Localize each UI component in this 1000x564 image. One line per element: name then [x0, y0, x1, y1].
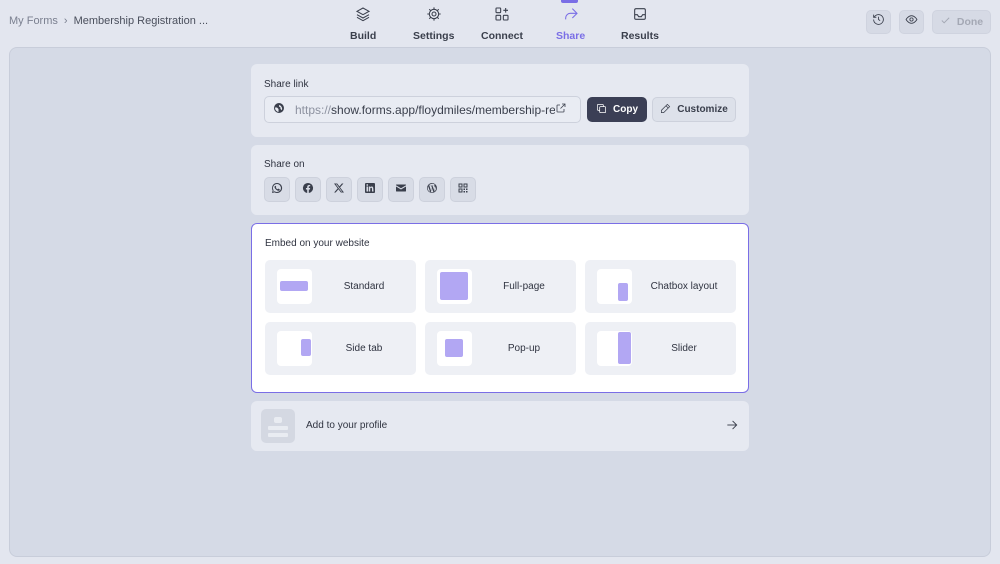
embed-chatbox-option[interactable]: Chatbox layout — [585, 260, 736, 313]
embed-side-tab-option[interactable]: Side tab — [265, 322, 416, 375]
tab-results[interactable]: Results — [621, 6, 659, 42]
eye-icon — [905, 13, 918, 31]
arrow-right-icon — [725, 418, 739, 437]
embed-slider-option[interactable]: Slider — [585, 322, 736, 375]
connect-icon — [494, 6, 510, 27]
whatsapp-icon — [271, 181, 283, 199]
tab-connect[interactable]: Connect — [481, 6, 523, 42]
share-x-button[interactable] — [326, 177, 352, 202]
tab-build-label: Build — [350, 30, 377, 42]
chatbox-layout-icon — [597, 269, 632, 304]
embed-option-label: Full-page — [503, 281, 545, 292]
copy-icon — [596, 103, 607, 117]
full-page-layout-icon — [437, 269, 472, 304]
active-tab-indicator — [561, 0, 578, 3]
share-link-title: Share link — [264, 79, 309, 90]
external-link-icon[interactable] — [555, 101, 567, 119]
tab-build[interactable]: Build — [350, 6, 376, 42]
x-icon — [333, 181, 345, 199]
embed-option-label: Standard — [343, 281, 385, 292]
share-on-card: Share on — [251, 145, 749, 215]
embed-card: Embed on your website Standard Full-page… — [251, 223, 749, 393]
share-linkedin-button[interactable] — [357, 177, 383, 202]
share-whatsapp-button[interactable] — [264, 177, 290, 202]
side-tab-layout-icon — [277, 331, 312, 366]
layers-icon — [355, 6, 371, 27]
wordpress-icon — [426, 181, 438, 199]
history-icon — [872, 13, 885, 31]
add-to-profile-label: Add to your profile — [306, 420, 388, 431]
tab-share[interactable]: Share — [556, 6, 585, 42]
embed-option-label: Side tab — [345, 343, 383, 354]
social-buttons — [264, 177, 476, 202]
share-qr-code-button[interactable] — [450, 177, 476, 202]
share-url-field[interactable]: https://show.forms.app/floydmiles/member… — [264, 96, 581, 123]
copy-button[interactable]: Copy — [587, 97, 647, 122]
tab-settings[interactable]: Settings — [413, 6, 454, 42]
embed-standard-option[interactable]: Standard — [265, 260, 416, 313]
copy-label: Copy — [613, 104, 638, 115]
embed-title: Embed on your website — [265, 238, 370, 249]
customize-button[interactable]: Customize — [652, 97, 736, 122]
linkedin-icon — [364, 181, 376, 199]
share-on-title: Share on — [264, 159, 305, 170]
main-nav: Build Settings Connect Share Results — [0, 0, 1000, 46]
pop-up-layout-icon — [437, 331, 472, 366]
embed-option-label: Pop-up — [507, 343, 541, 354]
tab-results-label: Results — [621, 30, 659, 42]
globe-icon — [273, 101, 285, 119]
profile-card-icon — [261, 409, 295, 443]
history-button[interactable] — [866, 10, 891, 34]
share-facebook-button[interactable] — [295, 177, 321, 202]
embed-options-grid: Standard Full-page Chatbox layout Side t… — [265, 260, 736, 375]
qr-code-icon — [457, 181, 469, 199]
embed-option-label: Slider — [671, 343, 697, 354]
customize-label: Customize — [677, 104, 728, 115]
gear-icon — [426, 6, 442, 27]
tab-connect-label: Connect — [481, 30, 523, 42]
share-link-card: Share link https://show.forms.app/floydm… — [251, 64, 749, 137]
inbox-icon — [632, 6, 648, 27]
share-email-button[interactable] — [388, 177, 414, 202]
url-path: show.forms.app/floydmiles/membership-reg… — [331, 102, 555, 117]
slider-layout-icon — [597, 331, 632, 366]
standard-layout-icon — [277, 269, 312, 304]
share-arrow-icon — [563, 6, 579, 27]
embed-full-page-option[interactable]: Full-page — [425, 260, 576, 313]
done-label: Done — [956, 16, 984, 28]
tab-settings-label: Settings — [413, 30, 455, 42]
url-protocol: https:// — [295, 102, 332, 117]
preview-button[interactable] — [899, 10, 924, 34]
email-icon — [395, 181, 407, 199]
share-wordpress-button[interactable] — [419, 177, 445, 202]
pencil-icon — [660, 103, 671, 117]
top-bar: My Forms › Membership Registration ... B… — [0, 0, 1000, 46]
tab-share-label: Share — [556, 30, 586, 42]
embed-option-label: Chatbox layout — [650, 281, 718, 292]
check-icon — [940, 15, 951, 29]
share-url-text: https://show.forms.app/floydmiles/member… — [295, 103, 555, 117]
facebook-icon — [302, 181, 314, 199]
done-button[interactable]: Done — [932, 10, 991, 34]
embed-pop-up-option[interactable]: Pop-up — [425, 322, 576, 375]
add-to-profile-card[interactable]: Add to your profile — [251, 401, 749, 451]
